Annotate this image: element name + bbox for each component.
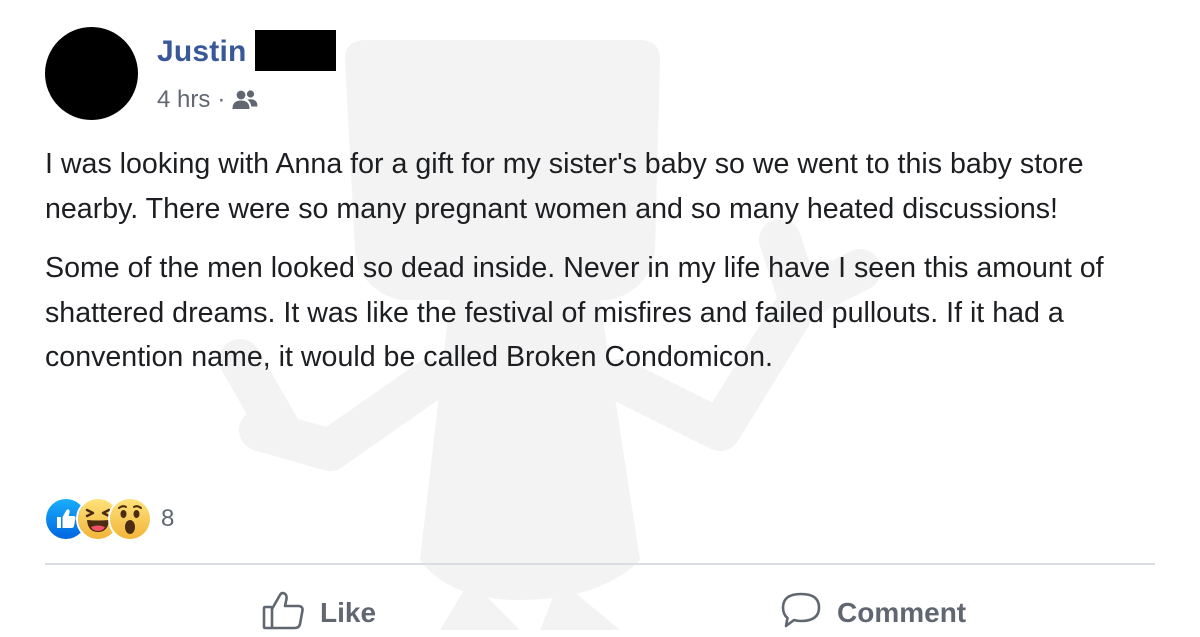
comment-bubble-icon — [779, 590, 823, 637]
thumbs-up-icon — [262, 590, 306, 637]
friends-icon[interactable] — [231, 89, 259, 111]
like-button[interactable]: Like — [262, 590, 376, 636]
reaction-summary[interactable]: 8 — [44, 497, 174, 541]
like-label: Like — [320, 597, 377, 628]
post-meta: 4 hrs · — [157, 84, 259, 116]
action-divider — [45, 563, 1155, 565]
meta-separator: · — [217, 86, 226, 113]
post-paragraph: I was looking with Anna for a gift for m… — [45, 148, 1084, 225]
redaction-box — [254, 29, 336, 71]
author-name-link[interactable]: Justin — [157, 35, 247, 69]
wow-reaction-icon — [108, 497, 152, 541]
reaction-count[interactable]: 8 — [161, 505, 174, 533]
comment-label: Comment — [837, 597, 967, 628]
comment-button[interactable]: Comment — [779, 590, 966, 636]
avatar[interactable] — [45, 27, 138, 120]
post-author: Justin — [157, 29, 336, 72]
post-paragraph: Some of the men looked so dead inside. N… — [45, 252, 1104, 373]
post-text: I was looking with Anna for a gift for m… — [45, 142, 1165, 395]
post-timestamp[interactable]: 4 hrs — [157, 86, 210, 114]
facebook-post: Justin 4 hrs · I was looking with Anna f… — [0, 0, 1200, 630]
